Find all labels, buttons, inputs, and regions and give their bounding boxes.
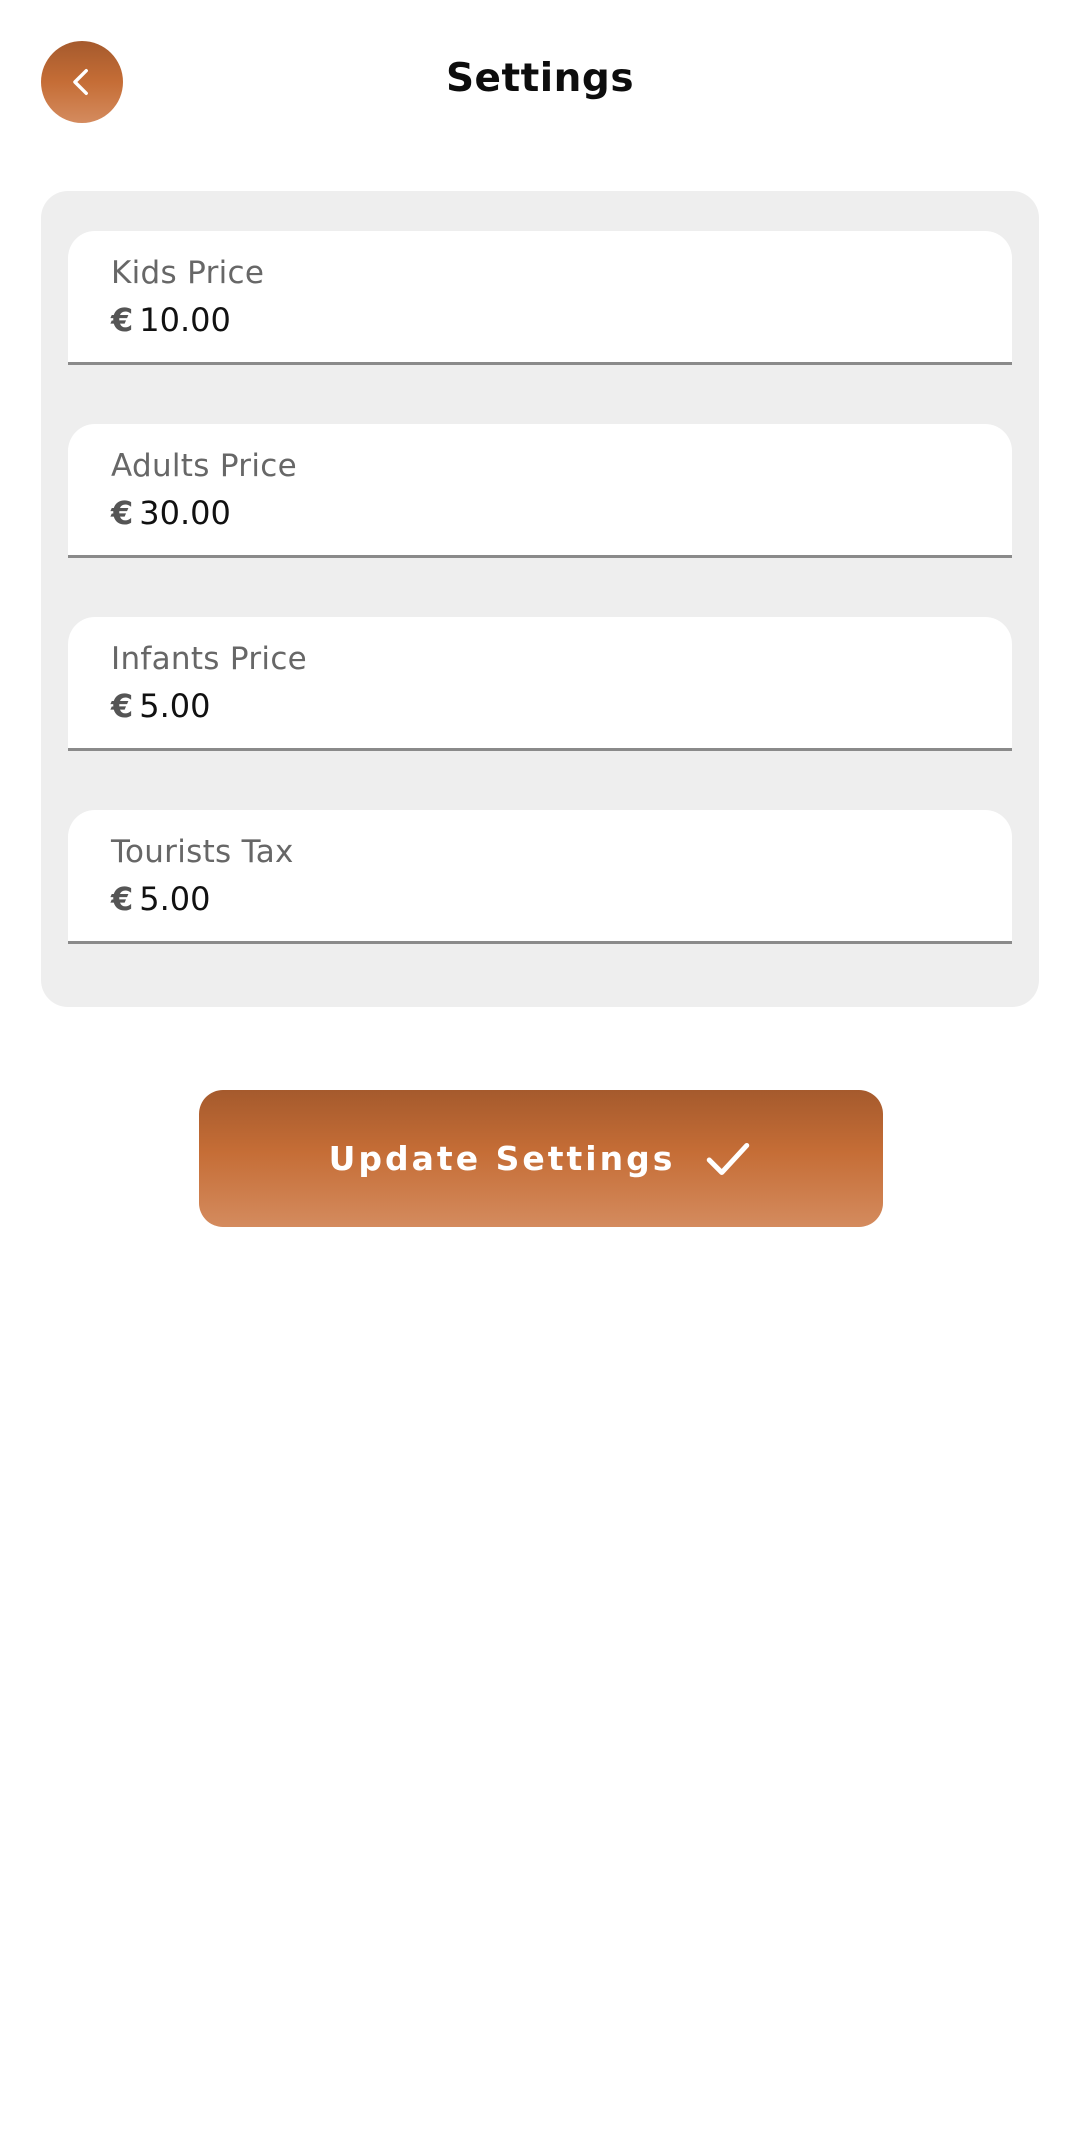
- field-value[interactable]: 30.00: [139, 494, 231, 532]
- field-value[interactable]: 10.00: [139, 301, 231, 339]
- currency-prefix: €: [111, 687, 134, 725]
- infants-price-field[interactable]: Infants Price € 5.00: [68, 617, 1012, 751]
- adults-price-field[interactable]: Adults Price € 30.00: [68, 424, 1012, 558]
- check-icon: [703, 1134, 753, 1184]
- currency-prefix: €: [111, 301, 134, 339]
- update-settings-label: Update Settings: [328, 1139, 676, 1178]
- update-settings-button[interactable]: Update Settings: [199, 1090, 883, 1227]
- currency-prefix: €: [111, 880, 134, 918]
- field-value-row: € 30.00: [111, 494, 231, 532]
- field-value-row: € 5.00: [111, 687, 211, 725]
- field-label: Tourists Tax: [111, 834, 294, 870]
- settings-form: Kids Price € 10.00 Adults Price € 30.00 …: [41, 191, 1039, 1007]
- currency-prefix: €: [111, 494, 134, 532]
- settings-screen: Settings Kids Price € 10.00 Adults Price…: [0, 0, 1080, 2131]
- field-value-row: € 10.00: [111, 301, 231, 339]
- field-label: Kids Price: [111, 255, 265, 291]
- page-title: Settings: [445, 56, 635, 101]
- field-value-row: € 5.00: [111, 880, 211, 918]
- field-label: Adults Price: [111, 448, 297, 484]
- field-value[interactable]: 5.00: [139, 880, 210, 918]
- header: Settings: [0, 0, 1080, 165]
- kids-price-field[interactable]: Kids Price € 10.00: [68, 231, 1012, 365]
- field-value[interactable]: 5.00: [139, 687, 210, 725]
- field-label: Infants Price: [111, 641, 308, 677]
- tourists-tax-field[interactable]: Tourists Tax € 5.00: [68, 810, 1012, 944]
